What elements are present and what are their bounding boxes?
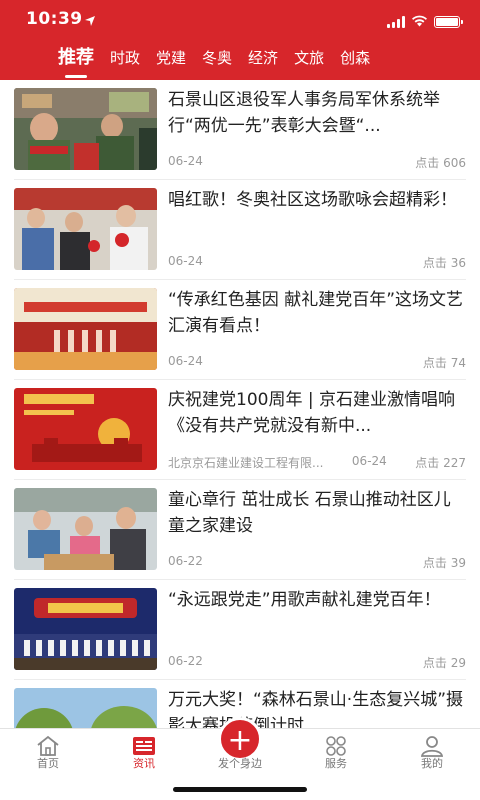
news-date: 06-22 bbox=[168, 554, 203, 568]
news-meta: 06-22 点击 39 bbox=[168, 554, 466, 571]
news-title: 童心章行 茁壮成长 石景山推动社区儿童之家建设 bbox=[168, 490, 451, 536]
tab-mine[interactable]: 我的 bbox=[384, 729, 480, 773]
bottom-tab-bar: 首页 资讯 + 发个身边 服务 我的 bbox=[0, 717, 480, 800]
tab-service[interactable]: 服务 bbox=[288, 729, 384, 773]
tab-label: 资讯 bbox=[133, 757, 155, 770]
news-source: 北京京石建业建设工程有限... bbox=[168, 456, 324, 470]
view-count: 点击 29 bbox=[422, 656, 466, 670]
news-date: 06-24 bbox=[168, 254, 203, 268]
wifi-icon bbox=[411, 12, 428, 31]
view-count: 点击 39 bbox=[422, 556, 466, 570]
news-meta: 06-24 点击 74 bbox=[168, 354, 466, 371]
tab-politics[interactable]: 时政 bbox=[110, 40, 140, 80]
news-date: 06-24 bbox=[351, 454, 387, 468]
news-thumbnail bbox=[14, 588, 157, 670]
news-item[interactable]: “永远跟党走”用歌声献礼建党百年！ 06-22 点击 29 bbox=[0, 580, 480, 680]
news-title: 唱红歌！冬奥社区这场歌咏会超精彩！ bbox=[168, 190, 457, 210]
view-count: 点击 36 bbox=[422, 256, 466, 270]
news-thumbnail bbox=[14, 288, 157, 370]
status-bar: 10:39 bbox=[0, 0, 480, 40]
news-thumbnail bbox=[14, 688, 157, 728]
view-count: 点击 227 bbox=[415, 456, 466, 470]
news-thumbnail bbox=[14, 88, 157, 170]
tab-label: 我的 bbox=[421, 757, 443, 770]
tab-home[interactable]: 首页 bbox=[0, 729, 96, 773]
news-item[interactable]: 童心章行 茁壮成长 石景山推动社区儿童之家建设 06-22 点击 39 bbox=[0, 480, 480, 580]
news-feed: 石景山区退役军人事务局军休系统举行“两优一先”表彰大会暨“... 06-24 点… bbox=[0, 80, 480, 728]
news-date: 06-24 bbox=[168, 354, 203, 368]
tab-label: 发个身边 bbox=[218, 757, 262, 770]
news-meta: 06-24 点击 606 bbox=[168, 154, 466, 171]
tab-party[interactable]: 党建 bbox=[156, 40, 186, 80]
tab-label: 首页 bbox=[37, 757, 59, 770]
tab-economy[interactable]: 经济 bbox=[248, 40, 278, 80]
app-header: 10:39 推荐 时政 党建 冬奥 经济 文旅 创森 bbox=[0, 0, 480, 80]
news-title: “永远跟党走”用歌声献礼建党百年！ bbox=[168, 590, 441, 610]
news-item[interactable]: 唱红歌！冬奥社区这场歌咏会超精彩！ 06-24 点击 36 bbox=[0, 180, 480, 280]
tab-forest[interactable]: 创森 bbox=[340, 40, 370, 80]
news-meta: 06-24 点击 36 bbox=[168, 254, 466, 271]
news-title: 石景山区退役军人事务局军休系统举行“两优一先”表彰大会暨“... bbox=[168, 90, 440, 136]
news-item[interactable]: “传承红色基因 献礼建党百年”这场文艺汇演有看点！ 06-24 点击 74 bbox=[0, 280, 480, 380]
cellular-signal-icon bbox=[387, 15, 405, 28]
home-indicator bbox=[173, 787, 307, 792]
news-thumbnail bbox=[14, 488, 157, 570]
news-item[interactable]: 石景山区退役军人事务局军休系统举行“两优一先”表彰大会暨“... 06-24 点… bbox=[0, 80, 480, 180]
tab-recommend[interactable]: 推荐 bbox=[58, 40, 94, 80]
tab-news[interactable]: 资讯 bbox=[96, 729, 192, 773]
clock: 10:39 bbox=[26, 9, 83, 29]
news-title: 万元大奖！“森林石景山·生态复兴城”摄影大赛投稿倒计时 bbox=[168, 690, 464, 728]
news-date: 06-24 bbox=[168, 154, 203, 168]
news-item[interactable]: 庆祝建党100周年 | 京石建业激情唱响《没有共产党就没有新中... 北京京石建… bbox=[0, 380, 480, 480]
news-title: 庆祝建党100周年 | 京石建业激情唱响《没有共产党就没有新中... bbox=[168, 390, 455, 436]
category-tabs: 推荐 时政 党建 冬奥 经济 文旅 创森 bbox=[0, 40, 480, 80]
news-title: “传承红色基因 献礼建党百年”这场文艺汇演有看点！ bbox=[168, 290, 464, 336]
tab-label: 服务 bbox=[325, 757, 347, 770]
news-meta: 06-22 点击 29 bbox=[168, 654, 466, 671]
news-thumbnail bbox=[14, 188, 157, 270]
view-count: 点击 74 bbox=[422, 356, 466, 370]
post-nearby-button[interactable]: + 发个身边 bbox=[192, 717, 288, 773]
tab-culture-tourism[interactable]: 文旅 bbox=[294, 40, 324, 80]
location-arrow-icon bbox=[84, 12, 96, 31]
battery-icon bbox=[434, 15, 463, 28]
news-date: 06-22 bbox=[168, 654, 203, 668]
news-thumbnail bbox=[14, 388, 157, 470]
news-meta: 北京京石建业建设工程有限... 06-24 点击 227 bbox=[168, 454, 466, 471]
tab-winter-olympics[interactable]: 冬奥 bbox=[202, 40, 232, 80]
view-count: 点击 606 bbox=[415, 156, 466, 170]
